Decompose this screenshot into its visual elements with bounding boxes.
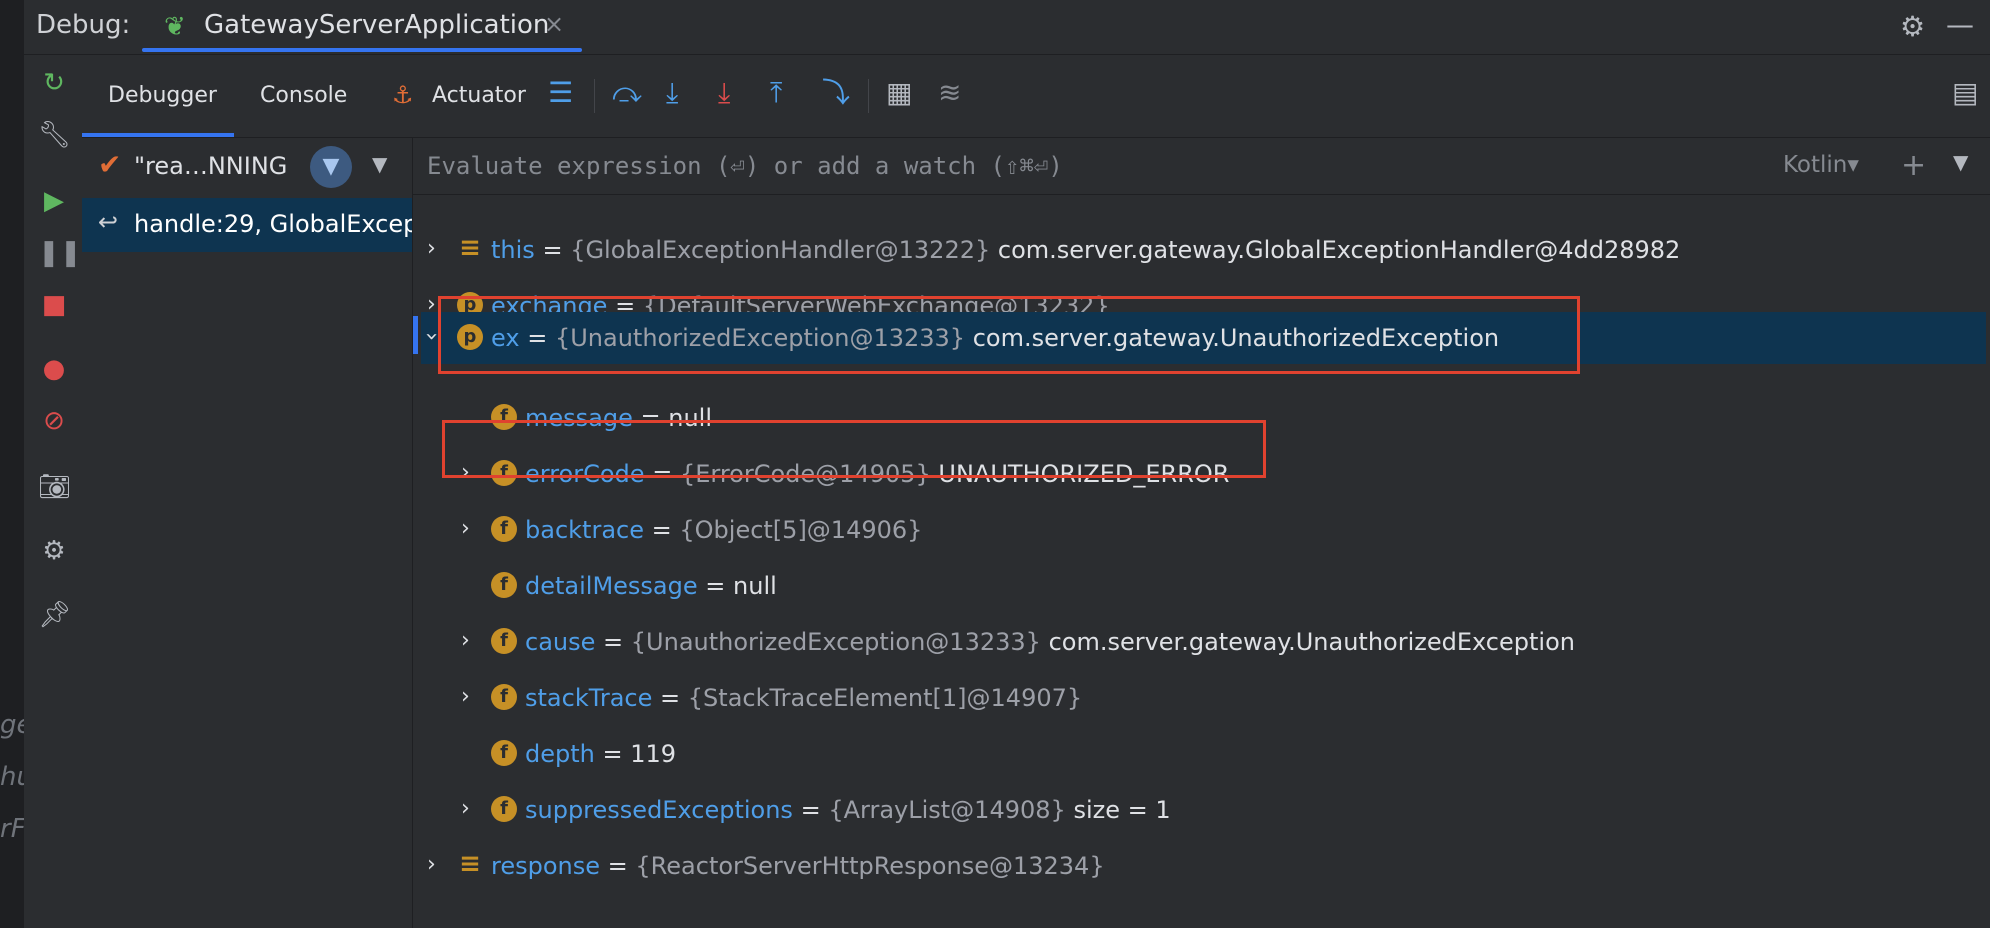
variable-name: suppressedExceptions [525,796,793,824]
tab-console[interactable]: Console [260,83,347,108]
field-icon: f [491,740,517,766]
variable-value: 119 [630,740,677,768]
spring-app-icon: ❦ [164,12,186,42]
settings-icon[interactable]: ⚙ [38,535,70,567]
trace-streams-icon[interactable]: ≋ [938,77,961,109]
chevron-right-icon[interactable]: › [461,684,470,709]
threads-menu-icon[interactable]: ☰ [548,77,573,109]
editor-fragment: rF [0,814,26,844]
wrench-icon[interactable]: 🔧︎ [38,119,71,151]
chevron-down-icon[interactable]: ▼ [372,152,387,176]
highlight-box-errorcode [442,420,1266,478]
frame-label: handle:29, GlobalExceptionHandler [134,210,412,238]
variable-name: detailMessage [525,572,698,600]
variable-type: {GlobalExceptionHandler@13222} [570,236,991,264]
field-icon: f [491,628,517,654]
highlight-box-ex [438,296,1580,374]
variable-name: cause [525,628,596,656]
chevron-right-icon[interactable]: › [461,628,470,653]
tab-actuator[interactable]: Actuator [432,83,526,108]
camera-icon[interactable]: 📷︎ [38,471,71,503]
variable-type: {StackTraceElement[1]@14907} [687,684,1083,712]
toolbar-separator [868,79,869,113]
field-icon: f [491,796,517,822]
chevron-right-icon[interactable]: › [461,796,470,821]
session-tab-title: GatewayServerApplication [204,10,550,40]
evaluate-bar[interactable]: Evaluate expression (⏎) or add a watch (… [413,138,1990,195]
thread-name: "rea…NNING [134,152,288,180]
variable-row[interactable]: › f suppressedExceptions = {ArrayList@14… [413,784,1990,836]
variable-name: this [491,236,535,264]
variable-name: response [491,852,601,880]
variable-row[interactable]: › ≡ this = {GlobalExceptionHandler@13222… [413,224,1990,276]
pause-icon[interactable]: ❚❚ [38,237,82,269]
return-arrow-icon: ↩ [98,208,119,236]
close-icon[interactable]: × [544,10,564,38]
variable-value: com.server.gateway.UnauthorizedException [1048,628,1575,656]
evaluate-input[interactable]: Evaluate expression (⏎) or add a watch (… [427,152,1063,180]
variable-value: com.server.gateway.GlobalExceptionHandle… [997,236,1681,264]
variable-name: depth [525,740,595,768]
variable-row[interactable]: › ≡ response = {ReactorServerHttpRespons… [413,840,1990,892]
field-icon: f [491,572,517,598]
variable-row[interactable]: › f cause = {UnauthorizedException@13233… [413,616,1990,668]
rerun-icon[interactable]: ↻ [38,67,70,99]
variable-type: {ArrayList@14908} [828,796,1066,824]
toolbar-separator [594,79,595,113]
active-tab-indicator [142,48,582,52]
variable-type: {Object[5]@14906} [679,516,923,544]
mute-breakpoints-icon[interactable]: ⊘ [38,405,70,437]
variable-value: null [733,572,777,600]
frame-item[interactable]: ↩ handle:29, GlobalExceptionHandler [82,198,412,252]
language-select[interactable]: Kotlin▾ [1783,152,1859,178]
variable-row[interactable]: f detailMessage = null [413,560,1990,612]
frames-panel: ✔ "rea…NNING ▼ ▼ ↩ handle:29, GlobalExce… [82,138,413,928]
debug-side-toolbar: ↻ 🔧︎ ▶ ❚❚ ■ ● ⊘ 📷︎ ⚙ 📌︎ [24,55,83,928]
layout-icon[interactable]: ▤ [1952,77,1978,109]
gear-icon[interactable]: ⚙ [1900,10,1925,43]
editor-edge: ge hu rF [0,0,33,928]
chevron-down-icon[interactable]: ▼ [1953,150,1968,174]
selection-gutter [413,316,418,354]
static-object-icon: ≡ [459,849,481,879]
add-watch-icon[interactable]: + [1901,148,1926,183]
filter-icon[interactable]: ▼ [310,146,352,188]
run-to-cursor-icon[interactable]: ⤵ [822,77,850,109]
stop-icon[interactable]: ■ [38,289,70,321]
step-out-icon[interactable]: ⤒ [770,77,782,109]
evaluate-table-icon[interactable]: ▦ [886,77,912,109]
static-object-icon: ≡ [459,233,481,263]
step-over-icon[interactable]: ⤼ [612,77,642,109]
active-tab-indicator [82,133,234,137]
variable-type: {ReactorServerHttpResponse@13234} [635,852,1105,880]
thread-selector[interactable]: ✔ "rea…NNING ▼ ▼ [82,138,412,194]
chevron-right-icon[interactable]: › [427,236,436,261]
variable-value: size = 1 [1073,796,1171,824]
field-icon: f [491,516,517,542]
variables-panel: Evaluate expression (⏎) or add a watch (… [413,138,1990,928]
resume-icon[interactable]: ▶ [38,185,70,217]
check-icon: ✔ [98,148,122,181]
debug-label: Debug: [36,10,131,40]
chevron-right-icon[interactable]: › [427,852,436,877]
chevron-right-icon[interactable]: › [461,516,470,541]
variable-row[interactable]: f depth = 119 [413,728,1990,780]
actuator-icon: ⚓︎ [392,81,414,109]
variable-name: backtrace [525,516,644,544]
minimize-icon[interactable]: — [1946,8,1974,41]
force-step-into-icon[interactable]: ⤓ [718,77,730,109]
pin-icon[interactable]: 📌︎ [38,599,71,631]
step-into-icon[interactable]: ⤓ [666,77,678,109]
tab-debugger[interactable]: Debugger [108,83,217,108]
variable-row[interactable]: › f stackTrace = {StackTraceElement[1]@1… [413,672,1990,724]
variable-row[interactable]: › f backtrace = {Object[5]@14906} [413,504,1990,556]
language-label: Kotlin [1783,152,1848,178]
view-breakpoints-icon[interactable]: ● [38,353,70,385]
session-tab[interactable]: ❦ GatewayServerApplication × [142,0,582,52]
variable-type: {UnauthorizedException@13233} [630,628,1041,656]
debugger-toolbar: Debugger Console ⚓︎ Actuator ☰ ⤼ ⤓ ⤓ ⤒ ⤵… [82,55,1990,138]
variable-name: stackTrace [525,684,653,712]
field-icon: f [491,684,517,710]
